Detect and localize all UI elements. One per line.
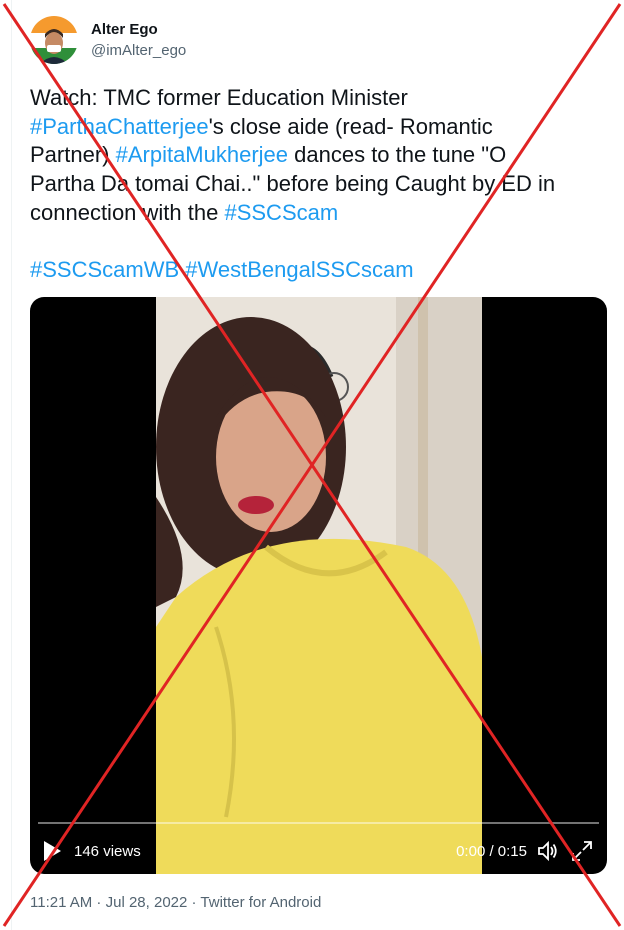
hashtag-link[interactable]: #SSCScam [224, 200, 338, 225]
tweet-text-segment: 's close aide (read- Romantic [208, 113, 493, 139]
tweet-card: Alter Ego @imAlter_ego Watch: TMC former… [0, 0, 624, 930]
view-count: 146 views [74, 843, 141, 860]
tweet-line-gap [30, 228, 615, 257]
tweet-text-segment: Watch: TMC former Education Minister [30, 85, 408, 110]
tweet-line: #ParthaChatterjee's close aide (read- Ro… [30, 113, 615, 142]
tweet-text-segment: dances to the tune "O [288, 142, 507, 168]
avatar-flag-icon [30, 16, 78, 64]
avatar[interactable] [30, 16, 78, 64]
meta-separator: · [92, 894, 106, 911]
tweet-line: #SSCScamWB #WestBengalSSCscam [30, 256, 615, 285]
tweet-line: Partner) #ArpitaMukherjee dances to the … [30, 141, 615, 170]
tweet-time[interactable]: 11:21 AM [30, 894, 92, 911]
tweet-text-segment: connection with the [30, 199, 225, 225]
meta-separator: · [187, 894, 201, 911]
video-time: 0:00 / 0:15 [456, 843, 527, 860]
video-frame [156, 297, 482, 874]
author-handle[interactable]: @imAlter_ego [91, 42, 186, 59]
hashtag-link[interactable]: #WestBengalSSCscam [185, 257, 413, 282]
progress-track[interactable] [38, 822, 599, 824]
tweet-meta: 11:21 AM · Jul 28, 2022 · Twitter for An… [30, 894, 321, 911]
hashtag-link[interactable]: #SSCScamWB [30, 257, 179, 282]
tweet-line: Partha Da tomai Chai.." before being Cau… [30, 170, 615, 199]
hashtag-link[interactable]: #ArpitaMukherjee [116, 142, 288, 167]
play-icon[interactable] [42, 840, 62, 862]
tweet-line: Watch: TMC former Education Minister [30, 84, 615, 113]
card-border [11, 0, 12, 930]
tweet-text: Watch: TMC former Education Minister #Par… [30, 84, 615, 285]
tweet-client: Twitter for Android [200, 894, 322, 911]
volume-icon[interactable] [537, 840, 559, 862]
tweet-text-segment: Partner) [30, 142, 116, 168]
tweet-line: connection with the #SSCScam [30, 199, 615, 228]
author-name[interactable]: Alter Ego [91, 21, 158, 38]
fullscreen-icon[interactable] [571, 840, 593, 862]
tweet-date[interactable]: Jul 28, 2022 [106, 894, 188, 911]
hashtag-link[interactable]: #ParthaChatterjee [30, 114, 209, 139]
video-player[interactable]: 146 views 0:00 / 0:15 [30, 297, 607, 874]
tweet-text-segment: Partha Da tomai Chai.." before being Cau… [30, 171, 556, 197]
